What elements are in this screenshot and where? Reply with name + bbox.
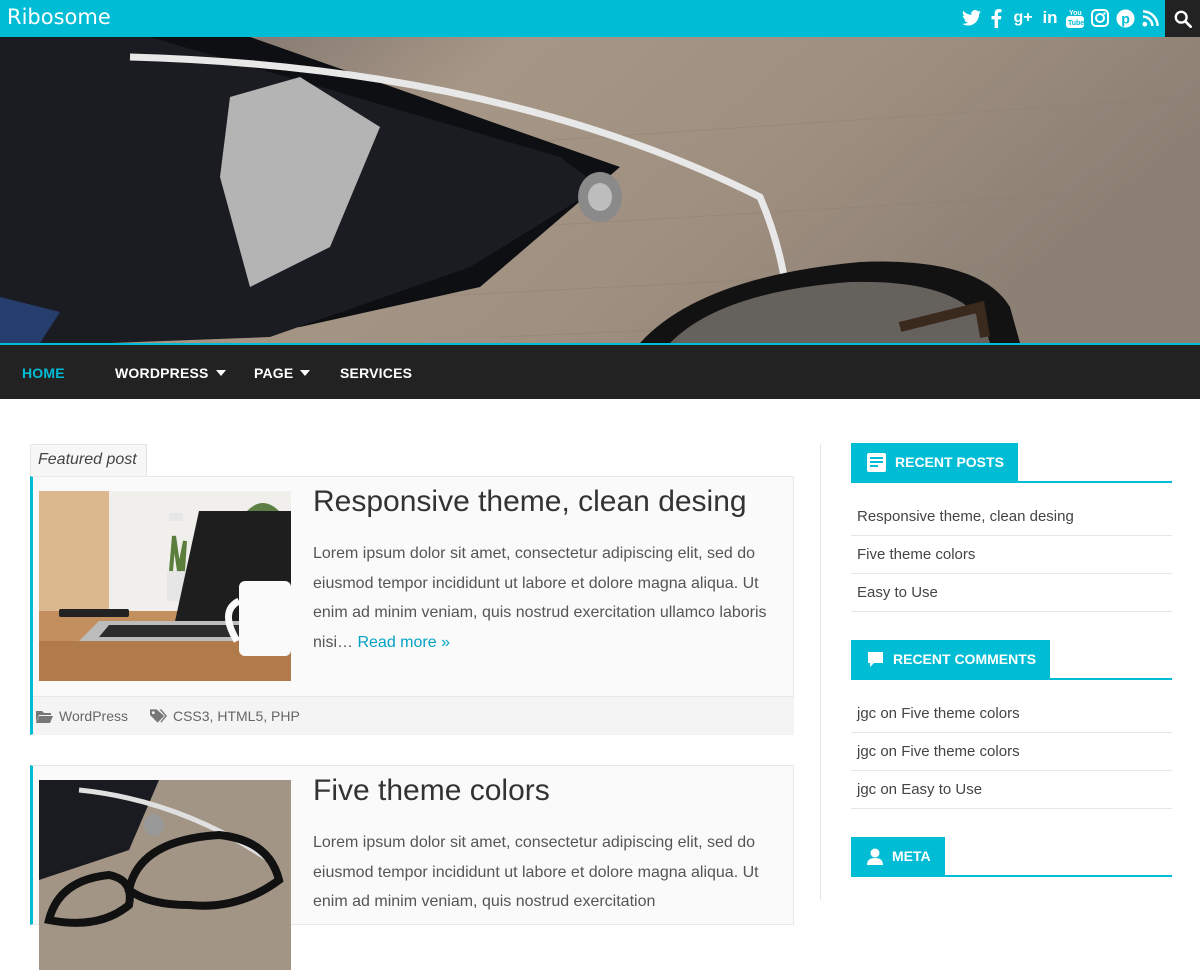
nav-item-wordpress[interactable]: WORDPRESS bbox=[115, 365, 226, 381]
list-item[interactable]: Responsive theme, clean desing bbox=[851, 498, 1172, 536]
facebook-icon[interactable] bbox=[986, 7, 1006, 29]
widget-title: RECENT COMMENTS bbox=[851, 640, 1051, 678]
nav-label: PAGE bbox=[254, 365, 294, 381]
read-more-link[interactable]: Read more » bbox=[357, 634, 450, 651]
list-item[interactable]: jgc on Five theme colors bbox=[851, 733, 1172, 771]
nav-label: WORDPRESS bbox=[115, 365, 209, 381]
nav-item-home[interactable]: HOME bbox=[22, 365, 65, 381]
svg-text:Tube: Tube bbox=[1068, 20, 1084, 27]
top-bar: Ribosome g+ in Tube You p bbox=[0, 0, 1200, 37]
caret-down-icon bbox=[300, 370, 311, 376]
tags-icon bbox=[149, 709, 167, 723]
user-icon bbox=[867, 848, 883, 865]
post-meta: WordPress CSS3, HTML5, PHP bbox=[33, 696, 794, 735]
widget-title-text: RECENT COMMENTS bbox=[893, 651, 1037, 667]
social-links: g+ in Tube You p bbox=[961, 7, 1160, 29]
widget-recent-comments-header: RECENT COMMENTS bbox=[851, 640, 1172, 680]
post-category-link[interactable]: WordPress bbox=[59, 708, 128, 724]
post-title[interactable]: Five theme colors bbox=[313, 774, 550, 808]
post-tags-link[interactable]: CSS3, HTML5, PHP bbox=[173, 708, 300, 724]
svg-text:p: p bbox=[1121, 11, 1130, 27]
post-card: Responsive theme, clean desing Lorem ips… bbox=[30, 476, 794, 735]
list-item[interactable]: Five theme colors bbox=[851, 536, 1172, 574]
folder-open-icon bbox=[36, 710, 53, 723]
post-excerpt-text: Lorem ipsum dolor sit amet, consectetur … bbox=[313, 834, 759, 910]
list-item[interactable]: Easy to Use bbox=[851, 574, 1172, 612]
pinterest-icon[interactable]: p bbox=[1115, 7, 1135, 29]
post-thumbnail[interactable] bbox=[39, 780, 291, 970]
widget-title: META bbox=[851, 837, 945, 875]
nav-label: SERVICES bbox=[340, 365, 413, 381]
widget-meta-header: META bbox=[851, 837, 1172, 877]
svg-text:You: You bbox=[1069, 10, 1082, 17]
nav-item-services[interactable]: SERVICES bbox=[340, 365, 412, 381]
recent-comments-list: jgc on Five theme colors jgc on Five the… bbox=[851, 695, 1172, 809]
nav-label: HOME bbox=[22, 365, 65, 381]
post-thumbnail[interactable] bbox=[39, 491, 291, 681]
instagram-icon[interactable] bbox=[1090, 7, 1110, 29]
widget-title-text: RECENT POSTS bbox=[895, 454, 1004, 470]
google-plus-icon[interactable]: g+ bbox=[1011, 7, 1035, 29]
list-item[interactable]: jgc on Five theme colors bbox=[851, 695, 1172, 733]
document-icon bbox=[867, 452, 886, 472]
twitter-icon[interactable] bbox=[961, 7, 981, 29]
search-button[interactable] bbox=[1165, 0, 1200, 37]
list-item[interactable]: jgc on Easy to Use bbox=[851, 771, 1172, 809]
search-icon bbox=[1174, 10, 1192, 28]
widget-title-text: META bbox=[892, 848, 931, 864]
nav-item-page[interactable]: PAGE bbox=[254, 365, 311, 381]
featured-post-label: Featured post bbox=[30, 444, 147, 476]
caret-down-icon bbox=[215, 370, 226, 376]
youtube-icon[interactable]: Tube You bbox=[1065, 7, 1085, 29]
site-title[interactable]: Ribosome bbox=[7, 5, 111, 29]
recent-posts-list: Responsive theme, clean desing Five them… bbox=[851, 498, 1172, 612]
rss-icon[interactable] bbox=[1140, 7, 1160, 29]
column-divider bbox=[820, 444, 821, 900]
main-nav: HOME WORDPRESS PAGE SERVICES bbox=[0, 343, 1200, 399]
post-title[interactable]: Responsive theme, clean desing bbox=[313, 485, 747, 519]
post-excerpt: Lorem ipsum dolor sit amet, consectetur … bbox=[313, 539, 788, 657]
header-image bbox=[0, 37, 1200, 343]
linkedin-icon[interactable]: in bbox=[1040, 7, 1060, 29]
widget-title: RECENT POSTS bbox=[851, 443, 1018, 481]
post-card: Five theme colors Lorem ipsum dolor sit … bbox=[30, 765, 794, 970]
widget-recent-posts-header: RECENT POSTS bbox=[851, 443, 1172, 483]
comment-icon bbox=[868, 651, 883, 667]
post-excerpt: Lorem ipsum dolor sit amet, consectetur … bbox=[313, 828, 788, 917]
